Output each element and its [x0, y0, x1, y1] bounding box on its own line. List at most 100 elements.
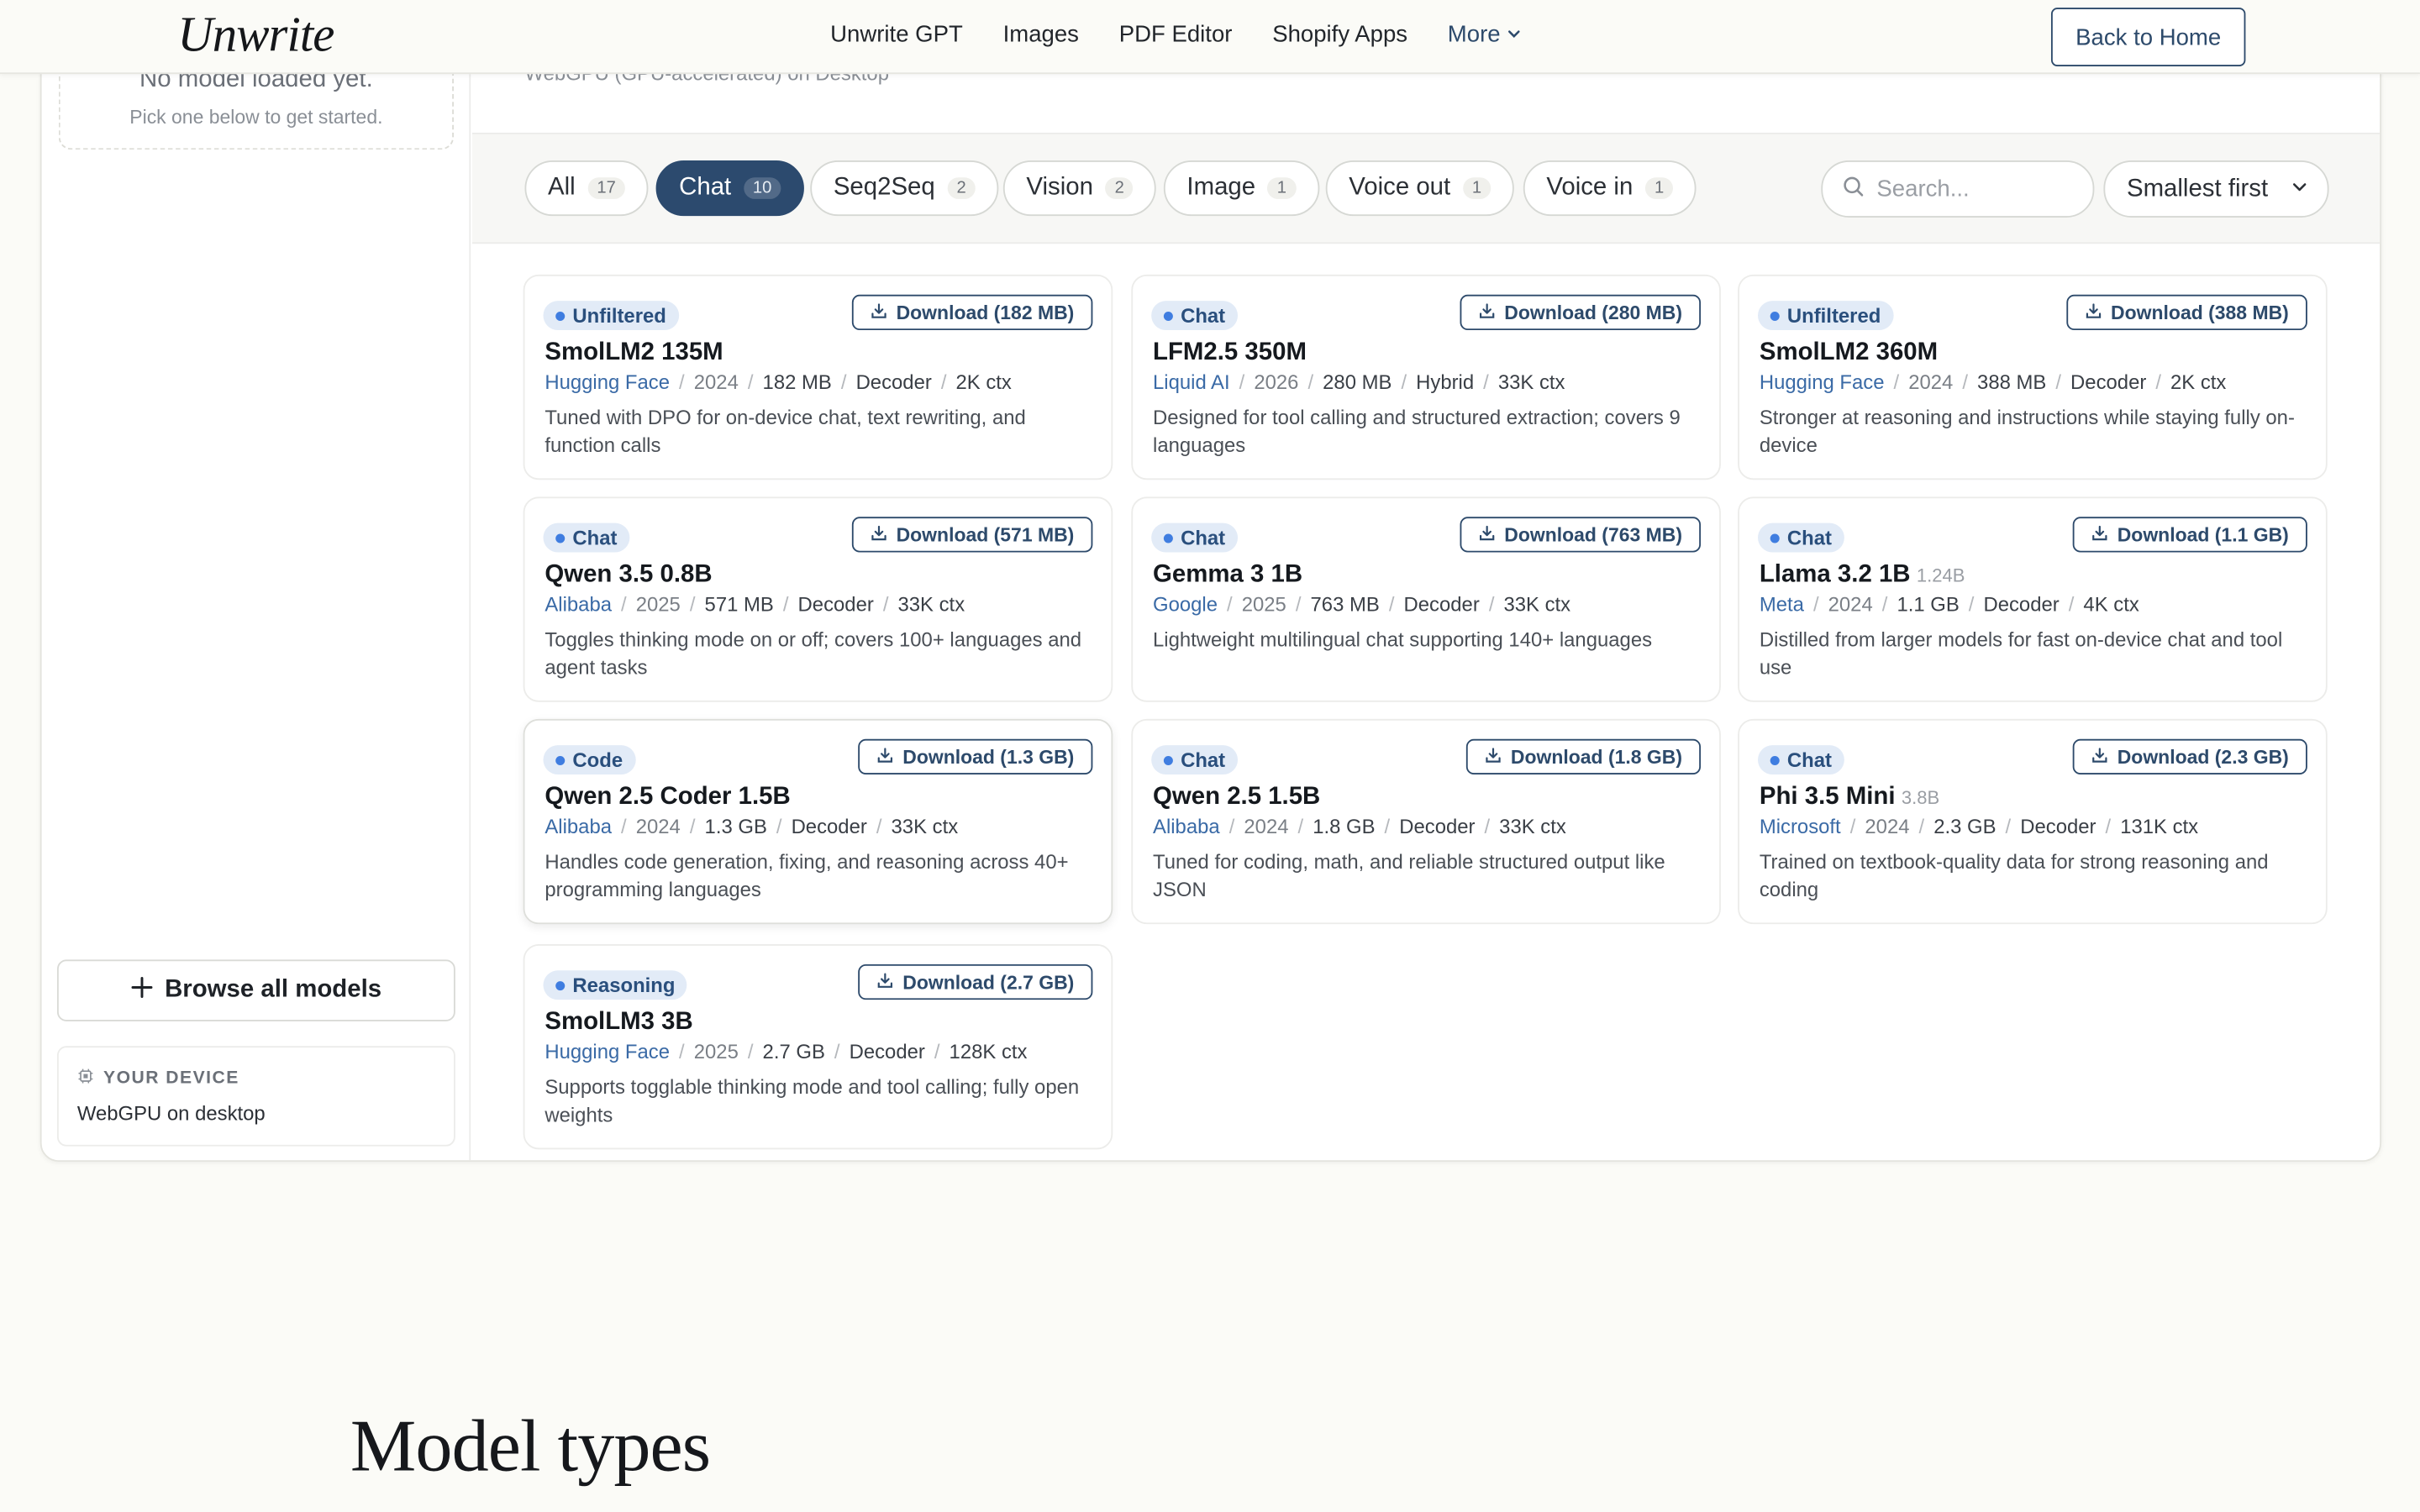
model-org[interactable]: Google: [1153, 592, 1218, 616]
download-button[interactable]: Download (1.1 GB): [2072, 517, 2307, 553]
separator: /: [940, 370, 947, 394]
model-arch: Decoder: [1399, 814, 1476, 838]
nav-link-unwrite-gpt[interactable]: Unwrite GPT: [830, 22, 963, 48]
back-to-home-button[interactable]: Back to Home: [2050, 8, 2246, 66]
model-card[interactable]: Chat Download (280 MB) LFM2.5 350M Liquid A…: [1131, 274, 1721, 480]
download-button[interactable]: Download (280 MB): [1459, 294, 1702, 331]
dot-icon: [1770, 755, 1780, 765]
nav-link-pdf-editor[interactable]: PDF Editor: [1119, 22, 1233, 48]
browse-all-models-label: Browse all models: [165, 976, 382, 1003]
model-tag-label: Chat: [572, 526, 618, 549]
filter-chip-label: Seq2Seq: [833, 174, 935, 201]
filter-chip-label: Voice out: [1349, 174, 1451, 201]
filter-chip-count: 1: [1645, 177, 1674, 199]
separator: /: [834, 1039, 840, 1063]
model-org[interactable]: Alibaba: [544, 815, 612, 838]
model-tag-badge: Chat: [1758, 745, 1844, 775]
model-card[interactable]: Chat Download (763 MB) Gemma 3 1B Google / 20…: [1131, 496, 1721, 702]
model-card[interactable]: Reasoning Download (2.7 GB) SmolLM3 3B Hugg…: [523, 944, 1113, 1150]
nav-more-dropdown[interactable]: More: [1448, 22, 1523, 48]
separator: /: [2005, 814, 2012, 838]
model-org[interactable]: Microsoft: [1760, 815, 1841, 838]
model-meta: Alibaba / 2025 / 571 MB / Decoder / 33K ctx: [544, 592, 965, 616]
separator: /: [679, 1039, 685, 1063]
chevron-down-icon: [2290, 175, 2308, 202]
model-org[interactable]: Meta: [1760, 592, 1804, 616]
filter-chip-image[interactable]: Image 1: [1163, 160, 1319, 217]
filter-chip-chat[interactable]: Chat 10: [655, 160, 805, 217]
model-card[interactable]: Chat Download (2.3 GB) Phi 3.5 Mini 3.8B Mic…: [1738, 718, 2328, 925]
model-card[interactable]: Chat Download (571 MB) Qwen 3.5 0.8B Alibab…: [523, 496, 1113, 702]
download-label: Download (2.3 GB): [2117, 746, 2289, 768]
model-name-text: Phi 3.5 Mini: [1759, 784, 1896, 811]
model-card[interactable]: Code Download (1.3 GB) Qwen 2.5 Coder 1.5B…: [523, 718, 1113, 925]
model-year: 2024: [635, 814, 681, 838]
device-label-row: YOUR DEVICE: [77, 1068, 239, 1089]
device-value: WebGPU on desktop: [76, 1101, 266, 1125]
filter-chip-label: Vision: [1026, 174, 1093, 201]
model-org[interactable]: Alibaba: [544, 592, 612, 616]
model-name-text: LFM2.5 350M: [1153, 339, 1307, 366]
filter-chip-count: 1: [1462, 177, 1491, 199]
filter-chip-all[interactable]: All 17: [524, 160, 649, 217]
model-tag-badge: Chat: [1758, 522, 1844, 553]
browse-all-models-button[interactable]: Browse all models: [56, 959, 455, 1021]
separator: /: [1881, 592, 1888, 616]
model-meta: Alibaba / 2024 / 1.3 GB / Decoder / 33K ctx: [544, 815, 958, 838]
filter-chip-seq2seq[interactable]: Seq2Seq 2: [810, 160, 999, 217]
separator: /: [747, 370, 754, 394]
model-org[interactable]: Hugging Face: [544, 370, 670, 394]
download-button[interactable]: Download (2.3 GB): [2072, 738, 2307, 775]
filter-chip-voice-out[interactable]: Voice out 1: [1325, 160, 1514, 217]
model-size: 2.3 GB: [1933, 814, 1996, 838]
model-org[interactable]: Liquid AI: [1153, 370, 1230, 394]
model-name-text: SmolLM3 3B: [544, 1009, 693, 1036]
plus-icon: [131, 976, 153, 1005]
model-arch: Decoder: [855, 370, 932, 394]
model-params: 1.24B: [1916, 564, 1965, 586]
sort-select[interactable]: Smallest first: [2103, 160, 2329, 218]
sort-selected: Smallest first: [2126, 175, 2269, 202]
download-button[interactable]: Download (182 MB): [851, 294, 1093, 331]
download-button[interactable]: Download (1.8 GB): [1465, 738, 1702, 775]
download-button[interactable]: Download (388 MB): [2065, 294, 2307, 331]
model-tag-badge: Unfiltered: [543, 301, 679, 331]
search-placeholder: Search...: [1876, 176, 1970, 202]
model-org[interactable]: Alibaba: [1153, 815, 1220, 838]
search-input[interactable]: Search...: [1821, 160, 2095, 218]
model-card[interactable]: Unfiltered Download (182 MB) SmolLM2 135M H…: [523, 274, 1113, 480]
model-org[interactable]: Hugging Face: [544, 1040, 670, 1063]
nav-link-images[interactable]: Images: [1003, 22, 1079, 48]
separator: /: [1307, 370, 1314, 394]
download-button[interactable]: Download (763 MB): [1459, 517, 1702, 553]
model-ctx: 2K ctx: [2170, 370, 2227, 394]
model-ctx: 33K ctx: [891, 814, 959, 838]
model-card[interactable]: Unfiltered Download (388 MB) SmolLM2 360M H…: [1738, 274, 2328, 480]
download-button[interactable]: Download (571 MB): [851, 517, 1093, 553]
filter-chip-vision[interactable]: Vision 2: [1002, 160, 1157, 217]
separator: /: [876, 814, 882, 838]
model-card[interactable]: Chat Download (1.8 GB) Qwen 2.5 1.5B Alibab…: [1131, 718, 1721, 925]
filter-bar: All 17 Chat 10 Seq2Seq 2 Vision 2 Image: [472, 132, 2381, 244]
model-tag-badge: Code: [543, 745, 635, 775]
separator: /: [2068, 592, 2075, 616]
download-button[interactable]: Download (1.3 GB): [857, 738, 1093, 775]
separator: /: [1484, 814, 1491, 838]
logo[interactable]: Unwrite: [177, 6, 334, 63]
download-button[interactable]: Download (2.7 GB): [857, 963, 1093, 1000]
model-ctx: 131K ctx: [2120, 814, 2199, 838]
filter-chip-voice-in[interactable]: Voice in 1: [1523, 160, 1697, 217]
model-card[interactable]: Chat Download (1.1 GB) Llama 3.2 1B 1.24B Me…: [1738, 496, 2328, 702]
download-label: Download (1.1 GB): [2117, 523, 2289, 546]
separator: /: [1893, 370, 1900, 394]
model-size: 280 MB: [1323, 370, 1392, 394]
model-name-text: SmolLM2 135M: [544, 339, 723, 366]
model-description: Distilled from larger models for fast on…: [1759, 627, 2283, 679]
model-size: 763 MB: [1310, 592, 1380, 616]
download-label: Download (571 MB): [896, 523, 1075, 546]
separator: /: [1401, 370, 1407, 394]
model-size: 182 MB: [762, 370, 832, 394]
model-org[interactable]: Hugging Face: [1760, 370, 1885, 394]
nav-link-shopify-apps[interactable]: Shopify Apps: [1272, 22, 1407, 48]
search-icon: [1843, 175, 1865, 202]
